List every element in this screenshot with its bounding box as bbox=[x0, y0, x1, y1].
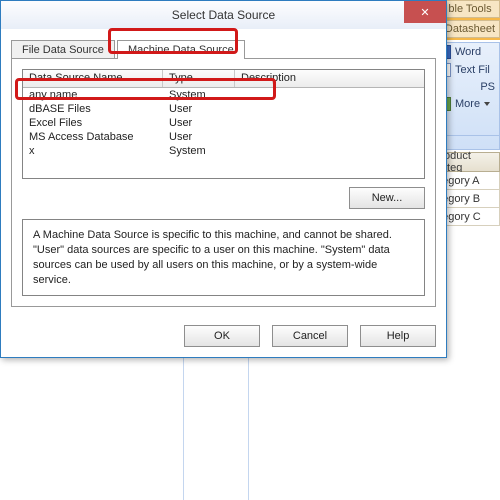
grid-cell-name: MS Access Database bbox=[23, 130, 163, 144]
grid-row[interactable]: dBASE Files User bbox=[23, 102, 424, 116]
select-data-source-dialog: Select Data Source ✕ File Data Source Ma… bbox=[0, 0, 447, 358]
grid-cell-name: dBASE Files bbox=[23, 102, 163, 116]
tab-machine-data-source[interactable]: Machine Data Source bbox=[117, 40, 245, 59]
grid-row[interactable]: MS Access Database User bbox=[23, 130, 424, 144]
dialog-titlebar: Select Data Source ✕ bbox=[1, 1, 446, 29]
grid-button-row: New... bbox=[22, 179, 425, 211]
grid-cell-desc bbox=[235, 144, 424, 158]
close-button[interactable]: ✕ bbox=[404, 1, 446, 23]
grid-cell-desc bbox=[235, 130, 424, 144]
ribbon-contextual-tab[interactable]: ble Tools bbox=[440, 0, 500, 18]
info-text: A Machine Data Source is specific to thi… bbox=[22, 219, 425, 296]
grid-cell-desc bbox=[235, 116, 424, 130]
grid-cell-type: User bbox=[163, 130, 235, 144]
grid-body: any name System dBASE Files User Excel F… bbox=[23, 88, 424, 158]
grid-row[interactable]: x System bbox=[23, 144, 424, 158]
dialog-button-row: OK Cancel Help bbox=[1, 317, 446, 357]
grid-header-type[interactable]: Type bbox=[163, 70, 235, 87]
data-source-grid[interactable]: Data Source Name Type Description any na… bbox=[22, 69, 425, 179]
grid-header-row: Data Source Name Type Description bbox=[23, 70, 424, 88]
cancel-button[interactable]: Cancel bbox=[272, 325, 348, 347]
help-button[interactable]: Help bbox=[360, 325, 436, 347]
grid-cell-type: System bbox=[163, 88, 235, 102]
ribbon-item-label: Text Fil bbox=[455, 64, 490, 76]
grid-row[interactable]: Excel Files User bbox=[23, 116, 424, 130]
grid-cell-desc bbox=[235, 88, 424, 102]
new-button[interactable]: New... bbox=[349, 187, 425, 209]
ribbon-subtab[interactable]: Datasheet bbox=[440, 20, 500, 38]
grid-cell-desc bbox=[235, 102, 424, 116]
grid-cell-name: Excel Files bbox=[23, 116, 163, 130]
grid-header-name[interactable]: Data Source Name bbox=[23, 70, 163, 87]
grid-row[interactable]: any name System bbox=[23, 88, 424, 102]
dialog-client-area: File Data Source Machine Data Source Dat… bbox=[1, 29, 446, 317]
ok-button[interactable]: OK bbox=[184, 325, 260, 347]
ribbon-item-label: More bbox=[455, 98, 480, 110]
grid-header-desc[interactable]: Description bbox=[235, 70, 424, 87]
dialog-title: Select Data Source bbox=[172, 8, 275, 22]
ribbon-item-label: Word bbox=[455, 46, 481, 58]
tab-page-machine: Data Source Name Type Description any na… bbox=[11, 59, 436, 307]
grid-cell-type: User bbox=[163, 116, 235, 130]
grid-cell-type: User bbox=[163, 102, 235, 116]
tab-strip: File Data Source Machine Data Source bbox=[11, 37, 436, 59]
ribbon-item-label: PS bbox=[480, 81, 495, 93]
grid-cell-type: System bbox=[163, 144, 235, 158]
chevron-down-icon bbox=[484, 102, 490, 106]
grid-cell-name: any name bbox=[23, 88, 163, 102]
grid-cell-name: x bbox=[23, 144, 163, 158]
tab-file-data-source[interactable]: File Data Source bbox=[11, 40, 115, 59]
close-icon: ✕ bbox=[420, 6, 429, 19]
